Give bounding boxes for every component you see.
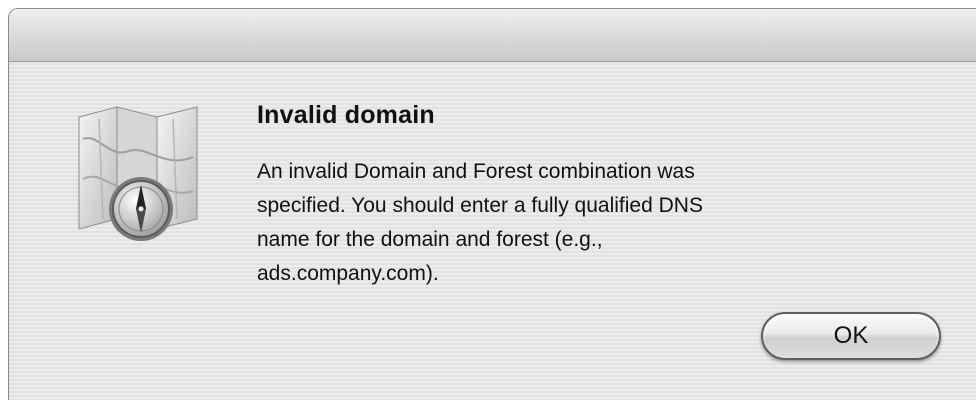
dialog-message-line: name for the domain and forest (e.g., <box>257 228 603 251</box>
map-compass-icon <box>69 99 209 249</box>
dialog-message-line: ads.company.com). <box>257 262 439 285</box>
ok-button[interactable]: OK <box>761 312 941 360</box>
dialog-titlebar <box>9 9 976 62</box>
dialog-message-line: An invalid Domain and Forest combination… <box>257 160 695 183</box>
alert-dialog: Invalid domain An invalid Domain and For… <box>8 8 976 400</box>
dialog-title: Invalid domain <box>257 101 435 129</box>
dialog-message-line: specified. You should enter a fully qual… <box>257 194 703 217</box>
dialog-message: An invalid Domain and Forest combination… <box>257 155 897 291</box>
